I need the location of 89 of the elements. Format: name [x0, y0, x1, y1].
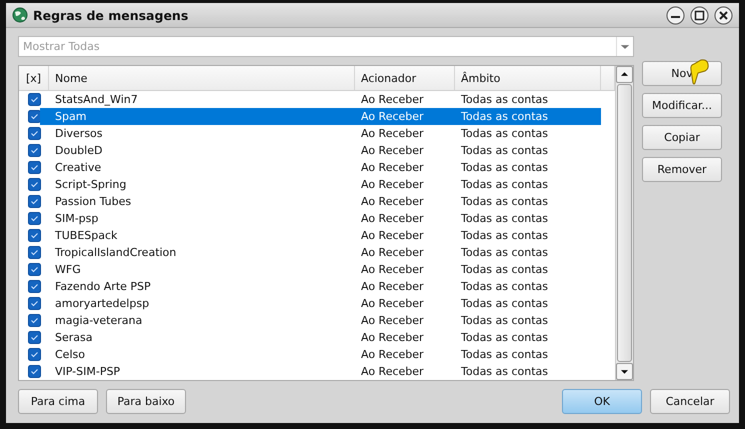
scope-cell-text: Todas as contas [460, 313, 550, 329]
ok-button[interactable]: OK [562, 389, 642, 414]
checkbox[interactable] [28, 229, 40, 242]
checkbox[interactable] [28, 280, 40, 293]
scope-cell-text: Todas as contas [460, 296, 550, 312]
action-button[interactable]: Remover [642, 157, 722, 182]
rule-name[interactable]: Fazendo Arte PSP [40, 278, 355, 295]
scope-cell-text: Todas as contas [460, 245, 550, 261]
rule-name[interactable]: magia-veterana [40, 312, 355, 329]
column-header[interactable]: Nome [49, 66, 355, 90]
rule-name[interactable]: Script-Spring [40, 176, 355, 193]
trigger-cell-text: Ao Receber [360, 194, 425, 210]
checkbox[interactable] [28, 246, 40, 259]
action-button[interactable]: Modificar... [642, 93, 722, 118]
checkbox[interactable] [28, 365, 40, 378]
scope-cell-text: Todas as contas [460, 160, 550, 176]
rule-name[interactable]: DoubleD [40, 142, 355, 159]
trigger-cell-text: Ao Receber [360, 211, 425, 227]
scroll-up-icon[interactable] [616, 66, 633, 83]
scope-cell: Todas as contas [455, 108, 601, 125]
globe-icon [12, 7, 28, 23]
trigger-cell-text: Ao Receber [360, 296, 425, 312]
checkbox[interactable] [28, 144, 40, 157]
trigger-cell-text: Ao Receber [360, 160, 425, 176]
scope-cell-text: Todas as contas [460, 126, 550, 142]
trigger-cell-text: Ao Receber [360, 126, 425, 142]
checkbox[interactable] [28, 348, 40, 361]
scope-cell-text: Todas as contas [460, 143, 550, 159]
trigger-cell-text: Ao Receber [360, 279, 425, 295]
checkbox[interactable] [28, 110, 40, 123]
scope-cell-text: Todas as contas [460, 262, 550, 278]
close-icon[interactable] [714, 6, 733, 24]
trigger-cell-text: Ao Receber [360, 92, 425, 108]
trigger-cell-text: Ao Receber [360, 347, 425, 363]
rule-name[interactable]: Serasa [40, 329, 355, 346]
rule-name[interactable]: TropicalIslandCreation [40, 244, 355, 261]
checkbox[interactable] [28, 127, 40, 140]
action-button[interactable]: Nov [642, 61, 722, 86]
scroll-down-icon[interactable] [616, 363, 633, 380]
rule-name[interactable]: Celso [40, 346, 355, 363]
rule-name[interactable]: SIM-psp [40, 210, 355, 227]
scope-cell-text: Todas as contas [460, 211, 550, 227]
rule-name[interactable]: Spam [40, 108, 355, 125]
window-title: Regras de mensagens [33, 8, 190, 22]
checkbox[interactable] [28, 314, 40, 327]
checkbox[interactable] [28, 297, 40, 310]
rule-name[interactable]: VIP-SIM-PSP [40, 363, 355, 380]
trigger-cell-text: Ao Receber [360, 262, 425, 278]
scope-cell-text: Todas as contas [460, 330, 550, 346]
checkbox[interactable] [28, 161, 40, 174]
checkbox[interactable] [28, 331, 40, 344]
checkbox[interactable] [28, 212, 40, 225]
cancel-button[interactable]: Cancelar [650, 389, 730, 414]
scope-cell-text: Todas as contas [460, 279, 550, 295]
trigger-cell-text: Ao Receber [360, 143, 425, 159]
minimize-icon[interactable] [666, 6, 685, 24]
scrollbar[interactable] [615, 66, 633, 380]
trigger-cell: Ao Receber [355, 108, 455, 125]
trigger-cell-text: Ao Receber [360, 228, 425, 244]
rule-name[interactable]: TUBESpack [40, 227, 355, 244]
rule-name[interactable]: WFG [40, 261, 355, 278]
trigger-cell-text: Ao Receber [360, 313, 425, 329]
scope-cell-text: Todas as contas [460, 92, 550, 108]
trigger-cell-text: Ao Receber [360, 245, 425, 261]
column-header[interactable]: [x] [19, 66, 49, 90]
checkbox[interactable] [28, 263, 40, 276]
scope-cell-text: Todas as contas [460, 194, 550, 210]
column-header[interactable]: Acionador [355, 66, 455, 90]
checkbox[interactable] [28, 178, 40, 191]
scope-cell-text: Todas as contas [460, 347, 550, 363]
rule-name[interactable]: StatsAnd_Win7 [40, 91, 355, 108]
rule-name[interactable]: Diversos [40, 125, 355, 142]
trigger-cell-text: Ao Receber [360, 177, 425, 193]
checkbox[interactable] [28, 93, 40, 106]
scroll-thumb[interactable] [617, 84, 632, 362]
scope-cell-text: Todas as contas [460, 364, 550, 380]
scope-cell-text: Todas as contas [460, 177, 550, 193]
trigger-cell-text: Ao Receber [360, 330, 425, 346]
rule-name[interactable]: Passion Tubes [40, 193, 355, 210]
column-header[interactable]: Âmbito [455, 66, 601, 90]
move-button[interactable]: Para baixo [106, 389, 186, 414]
move-button[interactable]: Para cima [18, 389, 98, 414]
action-button[interactable]: Copiar [642, 125, 722, 150]
scope-cell-text: Todas as contas [460, 228, 550, 244]
maximize-icon[interactable] [690, 6, 709, 24]
checkbox[interactable] [28, 195, 40, 208]
trigger-cell-text: Ao Receber [360, 364, 425, 380]
rule-name[interactable]: amoryartedelpsp [40, 295, 355, 312]
rule-name[interactable]: Creative [40, 159, 355, 176]
